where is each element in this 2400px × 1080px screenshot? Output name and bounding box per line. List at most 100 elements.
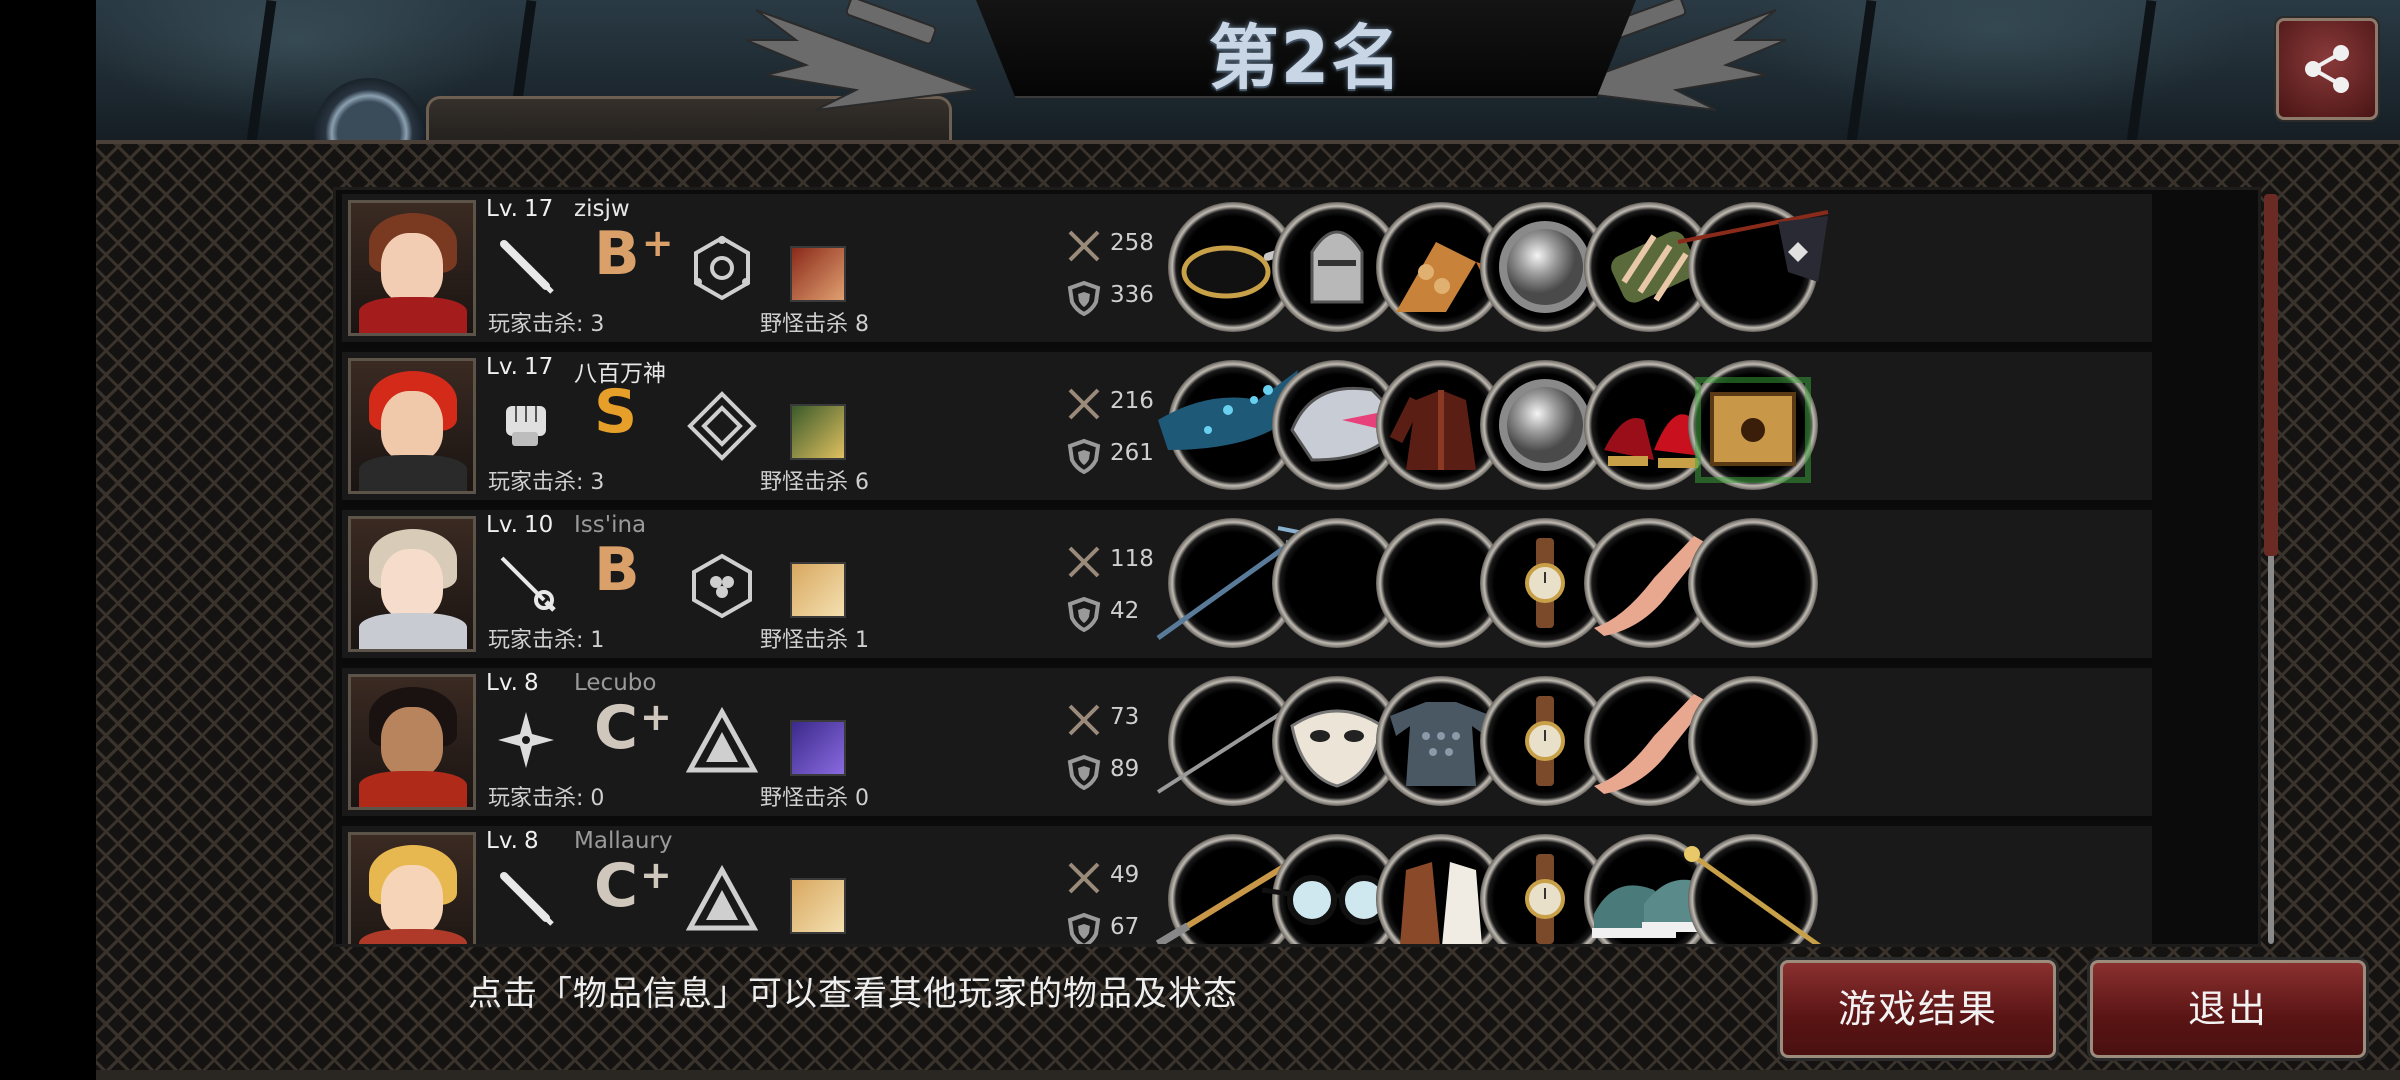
- monster-portrait: [790, 246, 846, 302]
- player-avatar[interactable]: [348, 358, 476, 494]
- share-button[interactable]: [2276, 18, 2378, 120]
- triangle-rank-icon: [686, 864, 758, 931]
- grade-letter: B: [594, 219, 640, 289]
- exit-button[interactable]: 退出: [2090, 960, 2366, 1058]
- share-icon: [2305, 45, 2349, 93]
- crossed-swords-icon: [1068, 704, 1100, 736]
- monster-portrait: [790, 878, 846, 934]
- avatar-face: [381, 391, 443, 461]
- level-value: 17: [523, 196, 554, 222]
- shield-icon: [1067, 912, 1101, 944]
- grade-plus: +: [640, 695, 672, 739]
- player-avatar[interactable]: [348, 200, 476, 336]
- avatar-face: [381, 549, 443, 619]
- grade-badge: C+: [594, 856, 672, 916]
- placement-title: 第2名: [1208, 17, 1404, 99]
- level-prefix: Lv.: [486, 670, 518, 696]
- monster-kills: 野怪击杀 1: [760, 628, 869, 653]
- fist-icon: [506, 406, 546, 446]
- monster-kills: 野怪击杀 0: [760, 786, 869, 811]
- avatar-face: [381, 233, 443, 303]
- triple-circle-rank-icon: [692, 553, 752, 619]
- player-row[interactable]: Lv. 8 Lecubo C+ 玩家击杀: 0 野怪击杀 0 73 89: [342, 668, 2152, 822]
- avatar-body: [359, 929, 467, 944]
- player-avatar[interactable]: [348, 516, 476, 652]
- level-label: Lv. 8: [486, 670, 539, 696]
- level-prefix: Lv.: [486, 354, 518, 380]
- flag-spear-icon: [1677, 210, 1829, 282]
- game-screen: 第2名 Lv. 17 zisjw B+ 玩家击杀: 3 野怪击杀 8 258 336 Lv. 17…: [96, 0, 2400, 1080]
- player-avatar[interactable]: [348, 674, 476, 810]
- avatar-face: [381, 707, 443, 777]
- player-list-panel[interactable]: Lv. 17 zisjw B+ 玩家击杀: 3 野怪击杀 8 258 336 Lv. 17 八百万神…: [336, 190, 2258, 944]
- scrollbar-thumb[interactable]: [2264, 194, 2278, 556]
- player-kills: 玩家击杀: 1: [488, 628, 605, 653]
- level-prefix: Lv.: [486, 828, 518, 854]
- attack-value: 118: [1110, 546, 1154, 572]
- player-row[interactable]: Lv. 17 八百万神 S 玩家击杀: 3 野怪击杀 6 216 261: [342, 352, 2152, 506]
- grade-letter: S: [594, 377, 638, 447]
- level-prefix: Lv.: [486, 196, 518, 222]
- player-row[interactable]: Lv. 10 Iss'ina B 玩家击杀: 1 野怪击杀 1 118 42: [342, 510, 2152, 664]
- level-value: 8: [523, 670, 539, 696]
- grade-badge: S: [594, 382, 639, 442]
- defense-value: 261: [1110, 440, 1154, 466]
- player-row[interactable]: Lv. 17 zisjw B+ 玩家击杀: 3 野怪击杀 8 258 336: [342, 194, 2152, 348]
- defense-value: 42: [1110, 598, 1140, 624]
- level-label: Lv. 10: [486, 512, 553, 538]
- attack-value: 73: [1110, 704, 1140, 730]
- player-row[interactable]: Lv. 8 Mallaury C+ 49 67: [342, 826, 2152, 944]
- grade-badge: C+: [594, 698, 672, 758]
- baseball-bat-icon: [500, 872, 554, 926]
- equipment-empty-slot[interactable]: [1688, 518, 1818, 648]
- shield-icon: [1067, 280, 1101, 316]
- game-result-button[interactable]: 游戏结果: [1780, 960, 2056, 1058]
- hexagon-rank-icon: [694, 235, 750, 301]
- monster-portrait: [790, 404, 846, 460]
- equipment-golden-scepter-slot[interactable]: [1684, 834, 1822, 944]
- defense-value: 89: [1110, 756, 1140, 782]
- hint-text: 点击「物品信息」可以查看其他玩家的物品及状态: [468, 974, 1238, 1014]
- triangle-rank-icon: [686, 706, 758, 773]
- avatar-body: [359, 455, 467, 491]
- level-value: 10: [523, 512, 554, 538]
- crossed-swords-icon: [1068, 388, 1100, 420]
- player-kills: 玩家击杀: 3: [488, 312, 605, 337]
- crossed-swords-icon: [1068, 230, 1100, 262]
- grade-badge: B+: [594, 224, 674, 284]
- tree-trunk: [1845, 0, 1877, 150]
- shield-icon: [1067, 438, 1101, 474]
- grade-badge: B: [594, 540, 642, 600]
- player-kills: 玩家击杀: 0: [488, 786, 605, 811]
- avatar-body: [359, 297, 467, 333]
- level-prefix: Lv.: [486, 512, 518, 538]
- bottom-border: [96, 1070, 2400, 1080]
- level-label: Lv. 8: [486, 828, 539, 854]
- player-kills: 玩家击杀: 3: [488, 470, 605, 495]
- shield-icon: [1067, 596, 1101, 632]
- monster-kills: 野怪击杀 8: [760, 312, 869, 337]
- attack-value: 216: [1110, 388, 1154, 414]
- monster-kills: 野怪击杀 6: [760, 470, 869, 495]
- equipment-empty-slot[interactable]: [1688, 676, 1818, 806]
- avatar-body: [359, 613, 467, 649]
- level-label: Lv. 17: [486, 354, 553, 380]
- attack-value: 258: [1110, 230, 1154, 256]
- crossed-swords-icon: [1068, 862, 1100, 894]
- shield-icon: [1067, 754, 1101, 790]
- player-avatar[interactable]: [348, 832, 476, 944]
- level-label: Lv. 17: [486, 196, 553, 222]
- rapier-icon: [500, 556, 556, 612]
- golden-scepter-icon: [1684, 846, 1822, 944]
- tree-trunk: [245, 0, 277, 150]
- left-letterbox: [0, 0, 96, 1080]
- grade-letter: C: [594, 693, 639, 763]
- attack-value: 49: [1110, 862, 1140, 888]
- grade-letter: B: [594, 535, 640, 605]
- equipment-flag-spear-slot[interactable]: [1677, 202, 1829, 332]
- left-wing-ornament: [745, 0, 976, 111]
- equipment-cursed-box-slot[interactable]: [1688, 360, 1818, 490]
- grade-letter: C: [594, 851, 639, 921]
- defense-value: 67: [1110, 914, 1140, 940]
- grade-plus: +: [640, 853, 672, 897]
